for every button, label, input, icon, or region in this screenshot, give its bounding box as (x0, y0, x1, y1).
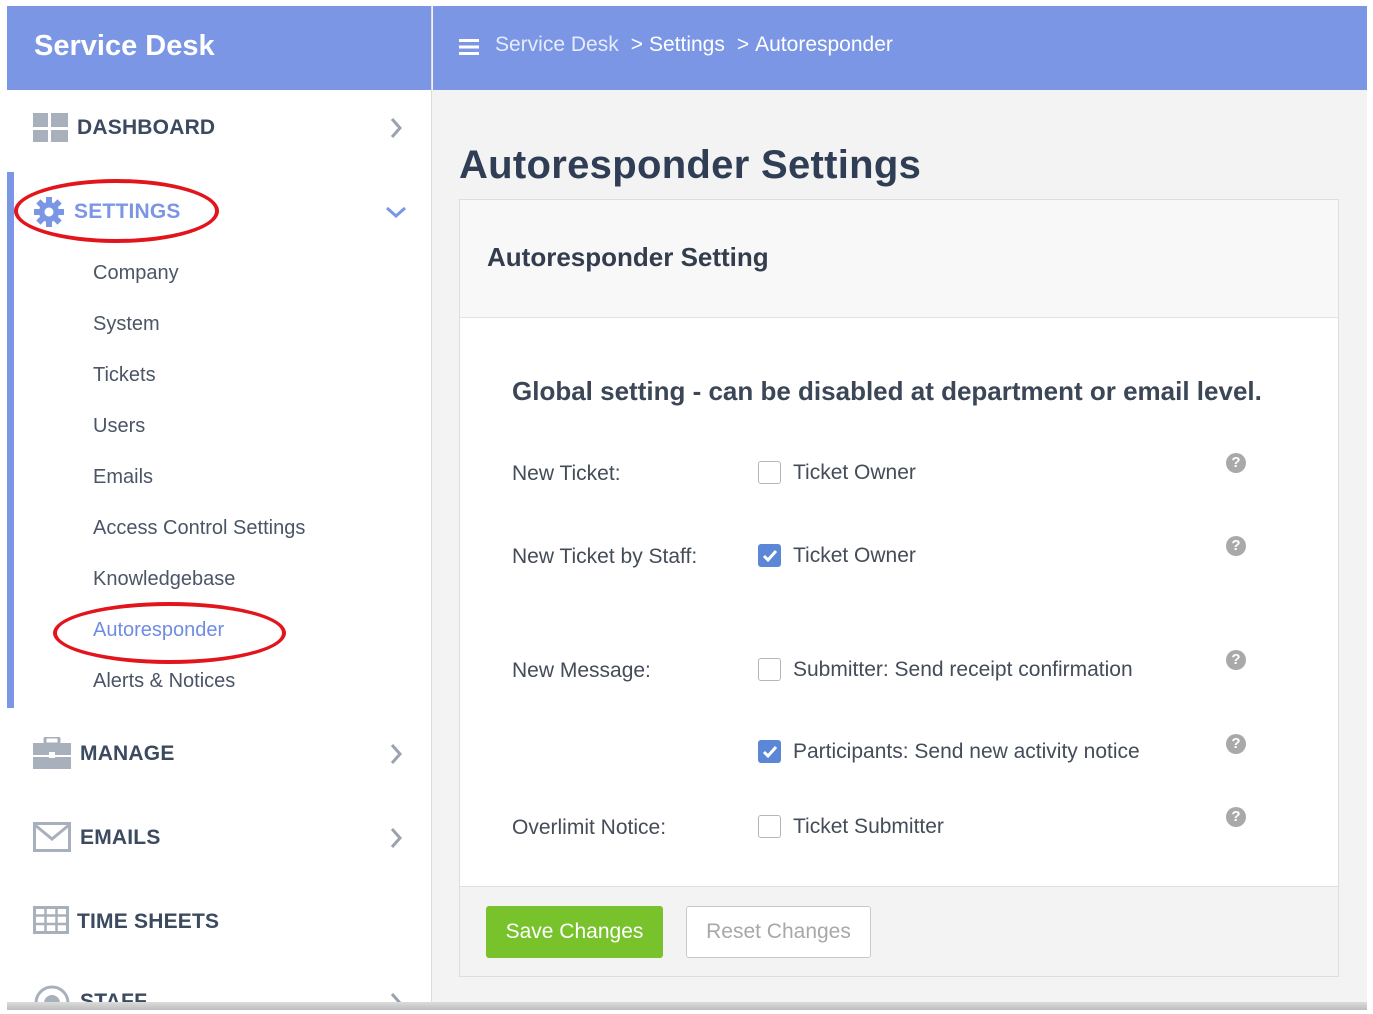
option-new-ticket-owner[interactable]: Ticket Owner (793, 461, 916, 485)
option-participants-activity[interactable]: Participants: Send new activity notice (793, 740, 1140, 764)
help-icon[interactable]: ? (1226, 734, 1246, 754)
sidebar-item-dashboard-label: DASHBOARD (77, 116, 216, 139)
chevron-right-icon (389, 117, 403, 144)
sidebar-subitem-users[interactable]: Users (93, 415, 145, 438)
row-label-new-ticket-by-staff: New Ticket by Staff: (512, 545, 698, 568)
reset-changes-button[interactable]: Reset Changes (686, 906, 871, 958)
checkmark-icon (762, 550, 778, 563)
global-setting-note: Global setting - can be disabled at depa… (512, 376, 1262, 406)
settings-active-indicator (7, 172, 14, 708)
card-body: Global setting - can be disabled at depa… (460, 318, 1338, 886)
gear-icon (33, 196, 65, 233)
checkmark-icon (762, 746, 778, 759)
breadcrumb-service-desk[interactable]: Service Desk (495, 33, 619, 57)
breadcrumb-separator: > (736, 33, 750, 56)
grid-icon (33, 906, 69, 939)
chevron-right-icon (389, 827, 403, 854)
sidebar-item-settings[interactable]: SETTINGS (7, 192, 432, 232)
sidebar-item-time-sheets-label: TIME SHEETS (77, 910, 220, 933)
chevron-right-icon (389, 743, 403, 770)
checkbox-new-ticket-owner[interactable] (758, 461, 781, 484)
sidebar-item-dashboard[interactable]: DASHBOARD (7, 108, 432, 148)
sidebar-item-time-sheets[interactable]: TIME SHEETS (7, 902, 432, 942)
help-icon[interactable]: ? (1226, 536, 1246, 556)
top-bar: Service Desk > Settings > Autoresponder (433, 6, 1367, 90)
sidebar-subitem-autoresponder[interactable]: Autoresponder (93, 619, 224, 642)
sidebar-item-emails[interactable]: EMAILS (7, 818, 432, 858)
help-icon[interactable]: ? (1226, 453, 1246, 473)
sidebar-subitem-access-control[interactable]: Access Control Settings (93, 517, 305, 540)
row-label-overlimit-notice: Overlimit Notice: (512, 816, 667, 839)
chevron-down-icon (385, 205, 407, 224)
sidebar-subitem-knowledgebase[interactable]: Knowledgebase (93, 568, 235, 591)
option-submitter-receipt[interactable]: Submitter: Send receipt confirmation (793, 658, 1133, 682)
breadcrumb-autoresponder: Autoresponder (755, 33, 893, 56)
app-window: Service Desk DASHBOARD SETTINGS Company … (7, 6, 1367, 1010)
main-content: Autoresponder Settings Autoresponder Set… (433, 90, 1367, 1010)
sidebar-item-settings-label: SETTINGS (74, 200, 181, 223)
sidebar-item-manage[interactable]: MANAGE (7, 734, 432, 774)
checkbox-overlimit-submitter[interactable] (758, 815, 781, 838)
sidebar-subitem-emails[interactable]: Emails (93, 466, 153, 489)
option-new-ticket-by-staff-owner[interactable]: Ticket Owner (793, 544, 916, 568)
checkbox-submitter-receipt[interactable] (758, 658, 781, 681)
sidebar-subitem-company[interactable]: Company (93, 262, 179, 285)
sidebar: Service Desk DASHBOARD SETTINGS Company … (7, 6, 432, 1010)
dashboard-icon (33, 113, 69, 148)
checkbox-participants-activity[interactable] (758, 740, 781, 763)
briefcase-icon (33, 735, 71, 774)
menu-icon[interactable] (459, 39, 479, 60)
breadcrumb: Service Desk > Settings > Autoresponder (495, 33, 893, 57)
breadcrumb-separator: > (630, 33, 643, 56)
sidebar-subitem-system[interactable]: System (93, 313, 160, 336)
save-changes-button[interactable]: Save Changes (486, 906, 663, 958)
sidebar-item-emails-label: EMAILS (80, 826, 161, 849)
sidebar-subitem-tickets[interactable]: Tickets (93, 364, 156, 387)
envelope-icon (33, 822, 71, 857)
breadcrumb-settings[interactable]: Settings (649, 33, 725, 57)
help-icon[interactable]: ? (1226, 650, 1246, 670)
option-overlimit-submitter[interactable]: Ticket Submitter (793, 815, 944, 839)
card-title: Autoresponder Setting (460, 200, 1338, 318)
sidebar-subitem-alerts-notices[interactable]: Alerts & Notices (93, 670, 235, 693)
sidebar-item-manage-label: MANAGE (80, 742, 175, 765)
brand-title[interactable]: Service Desk (7, 6, 431, 90)
window-bottom-edge (7, 1002, 1367, 1010)
checkbox-new-ticket-by-staff-owner[interactable] (758, 544, 781, 567)
settings-card: Autoresponder Setting Global setting - c… (459, 199, 1339, 977)
page-title: Autoresponder Settings (459, 143, 922, 187)
row-label-new-ticket: New Ticket: (512, 462, 621, 485)
card-footer: Save Changes Reset Changes (460, 886, 1338, 976)
row-label-new-message: New Message: (512, 659, 651, 682)
help-icon[interactable]: ? (1226, 807, 1246, 827)
